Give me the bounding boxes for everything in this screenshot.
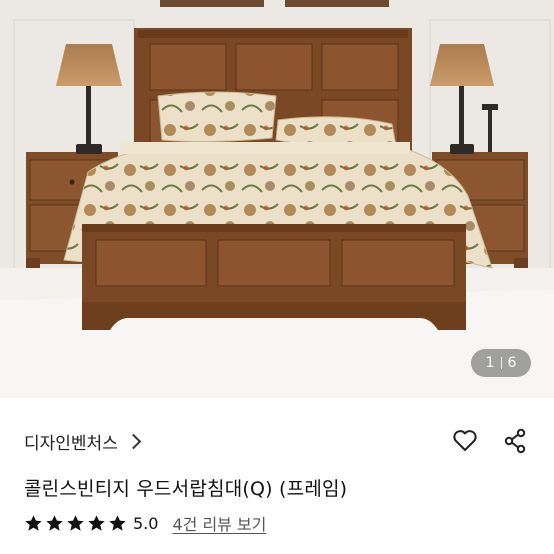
share-icon xyxy=(504,428,526,454)
review-link[interactable]: 4건 리뷰 보기 xyxy=(172,511,266,535)
star-icon xyxy=(46,514,63,531)
star-icon xyxy=(109,514,126,531)
rating-row: 5.0 4건 리뷰 보기 xyxy=(24,510,266,536)
star-icon xyxy=(88,514,105,531)
heart-icon xyxy=(453,430,477,451)
product-image-gallery[interactable]: 1 6 xyxy=(0,0,554,398)
page-separator xyxy=(500,357,502,369)
product-image xyxy=(0,0,554,398)
brand-row: 디자인벤처스 xyxy=(24,424,530,458)
product-actions xyxy=(450,426,530,456)
wishlist-button[interactable] xyxy=(450,426,480,456)
total-pages: 6 xyxy=(507,355,517,371)
share-button[interactable] xyxy=(500,426,530,456)
brand-name: 디자인벤처스 xyxy=(24,433,118,454)
star-rating xyxy=(24,514,127,533)
chevron-right-icon xyxy=(125,433,142,449)
product-title: 콜린스빈티지 우드서랍침대(Q) (프레임) xyxy=(24,478,348,500)
current-page: 1 xyxy=(485,355,495,371)
image-page-indicator: 1 6 xyxy=(471,349,531,377)
brand-link[interactable]: 디자인벤처스 xyxy=(24,429,142,454)
rating-score: 5.0 xyxy=(133,513,159,533)
footboard xyxy=(82,224,466,330)
star-icon xyxy=(67,514,84,531)
star-icon xyxy=(25,514,42,531)
